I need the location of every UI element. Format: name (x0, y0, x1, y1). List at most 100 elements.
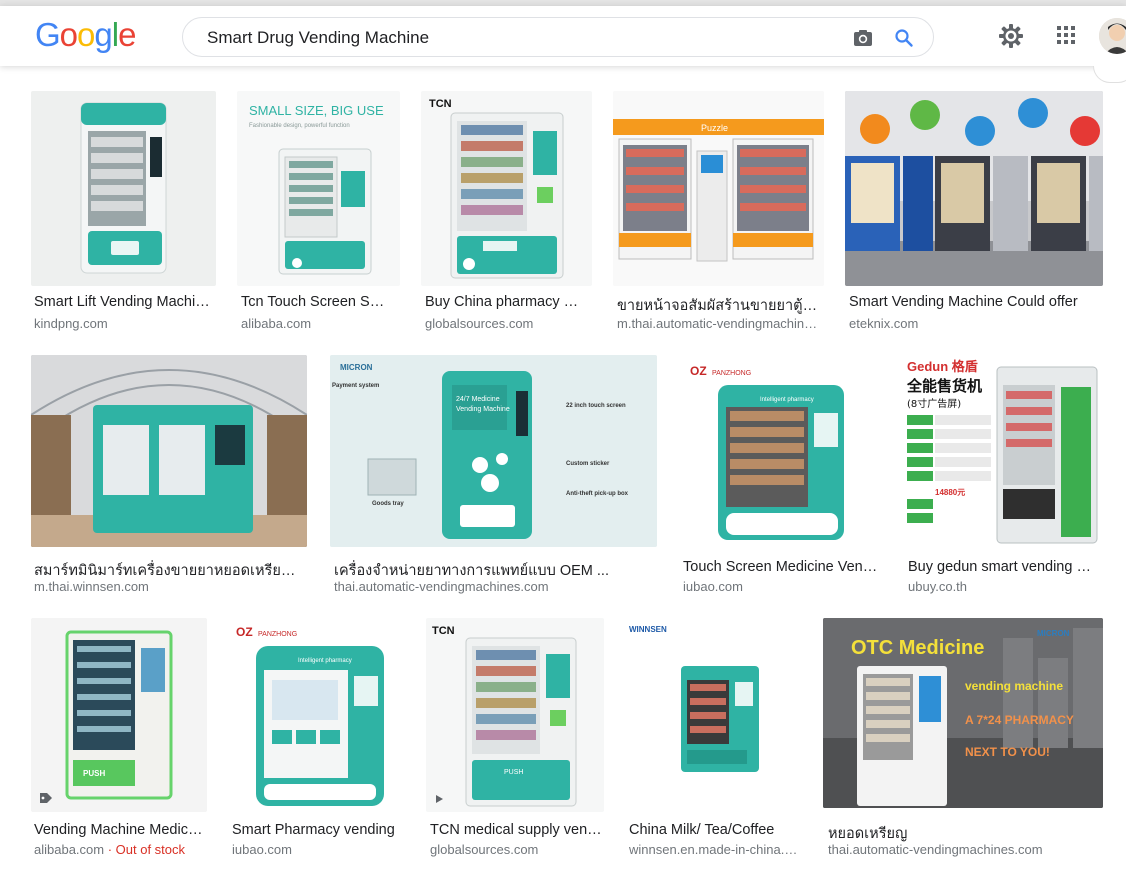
result-card[interactable]: Gedun 格盾 全能售货机 (8寸广告屏) 14880元 Buy gedun … (903, 355, 1103, 600)
search-box[interactable] (182, 17, 934, 57)
result-title[interactable]: Smart Pharmacy vending (232, 822, 402, 838)
thumb-brand: MICRON (340, 363, 373, 372)
result-source: globalsources.com (425, 316, 534, 331)
result-thumbnail[interactable] (31, 91, 216, 286)
result-title[interactable]: Smart Vending Machine Could offer (849, 294, 1099, 310)
result-thumbnail[interactable]: OZ PANZHONG Intelligent pharmacy (678, 355, 883, 547)
out-of-stock-label: · Out of stock (104, 842, 186, 857)
result-source: iubao.com (683, 579, 743, 594)
result-thumbnail[interactable]: PUSH (31, 618, 207, 812)
result-card[interactable]: Smart Lift Vending Machine Drugs kindpng… (31, 91, 216, 341)
result-card[interactable]: SMALL SIZE, BIG USE Fashionable design, … (237, 91, 400, 341)
thumb-subline: (8寸广告屏) (907, 397, 961, 410)
result-title[interactable]: TCN medical supply vending (430, 822, 602, 838)
result-card[interactable]: PUSH Vending Machine Medicine alibaba.co… (31, 618, 207, 863)
search-input[interactable] (205, 26, 829, 50)
logo-letter: G (35, 16, 61, 53)
video-icon (436, 795, 443, 803)
thumb-headline: SMALL SIZE, BIG USE (249, 103, 384, 118)
thumb-callout: Payment system (332, 383, 379, 389)
result-source: ubuy.co.th (908, 579, 968, 594)
scroll-edge (1093, 66, 1126, 83)
thumb-text: A 7*24 PHARMACY (965, 713, 1074, 727)
result-source: iubao.com (232, 842, 292, 857)
thumb-headline: OTC Medicine (851, 637, 984, 659)
camera-icon[interactable] (851, 27, 875, 49)
result-title[interactable]: Buy China pharmacy vending (425, 294, 585, 310)
thumb-brand: Puzzle (701, 123, 728, 133)
thumb-brand: PANZHONG (712, 370, 751, 377)
thumb-brand: TCN (429, 98, 452, 110)
result-title[interactable]: Tcn Touch Screen Smart (241, 294, 396, 310)
thumb-text: NEXT TO YOU! (965, 745, 1050, 759)
result-card[interactable]: สมาร์ทมินิมาร์ทเครื่องขายยาหยอดเหรียญอัต… (31, 355, 307, 600)
thumb-push: PUSH (83, 769, 105, 778)
result-title[interactable]: Buy gedun smart vending machine (908, 559, 1101, 575)
thumb-label: Intelligent pharmacy (298, 658, 352, 664)
result-title[interactable]: ขายหน้าจอสัมผัสร้านขายยาตู้จำหน่าย (617, 294, 822, 317)
result-thumbnail[interactable]: OZ PANZHONG Intelligent pharmacy (228, 618, 405, 812)
result-source: m.thai.winnsen.com (34, 579, 149, 594)
result-source: globalsources.com (430, 842, 539, 857)
logo-letter: o (59, 16, 78, 53)
gear-icon[interactable] (997, 22, 1025, 50)
result-thumbnail[interactable]: TCN PUSH (426, 618, 604, 812)
thumb-brand: MICRON (1037, 629, 1070, 638)
result-card[interactable]: OZ PANZHONG Intelligent pharmacy Smart P… (228, 618, 405, 863)
result-source: kindpng.com (34, 316, 108, 331)
result-title[interactable]: Vending Machine Medicine (34, 822, 204, 838)
logo-letter: g (94, 16, 112, 53)
thumb-callout: Anti-theft pick-up box (566, 491, 629, 497)
result-title[interactable]: Smart Lift Vending Machine Drugs (34, 294, 214, 310)
result-thumbnail[interactable]: OTC Medicine MICRON vending machine A 7*… (823, 618, 1103, 808)
result-thumbnail[interactable]: SMALL SIZE, BIG USE Fashionable design, … (237, 91, 400, 286)
thumb-brand: Gedun 格盾 (907, 359, 978, 374)
thumb-line1: 24/7 Medicine (456, 396, 500, 403)
result-thumbnail[interactable]: Gedun 格盾 全能售货机 (8寸广告屏) 14880元 (903, 355, 1103, 547)
result-card[interactable]: Smart Vending Machine Could offer etekni… (845, 91, 1103, 341)
thumb-price: 14880元 (935, 488, 965, 497)
thumb-label: Intelligent pharmacy (760, 397, 814, 403)
thumb-brand: WINNSEN (629, 625, 667, 634)
result-card[interactable]: OTC Medicine MICRON vending machine A 7*… (823, 618, 1103, 863)
logo-letter: e (118, 16, 136, 53)
google-logo[interactable]: Google (35, 16, 136, 54)
thumb-callout: Custom sticker (566, 461, 610, 467)
avatar[interactable] (1099, 18, 1126, 54)
result-source: alibaba.com · Out of stock (34, 842, 204, 857)
thumb-push: PUSH (504, 769, 523, 776)
result-thumbnail[interactable] (31, 355, 307, 547)
result-source: thai.automatic-vendingmachines.com (334, 579, 549, 594)
result-card[interactable]: MICRON 24/7 Medicine Vending Machine Pay… (330, 355, 657, 600)
result-source: eteknix.com (849, 316, 919, 331)
thumb-brand: PANZHONG (258, 631, 297, 638)
result-source: alibaba.com (241, 316, 312, 331)
result-card[interactable]: OZ PANZHONG Intelligent pharmacy Touch S… (678, 355, 883, 600)
result-thumbnail[interactable]: MICRON 24/7 Medicine Vending Machine Pay… (330, 355, 657, 547)
thumb-callout: 22 inch touch screen (566, 403, 626, 409)
search-header: Google (0, 6, 1126, 66)
result-source: winnsen.en.made-in-china.com (629, 842, 799, 857)
tag-icon (40, 793, 52, 803)
result-thumbnail[interactable]: WINNSEN (625, 618, 802, 812)
thumb-subline: Fashionable design, powerful function (249, 123, 350, 129)
svg-text:OZ: OZ (690, 364, 707, 378)
result-thumbnail[interactable]: Puzzle (613, 91, 824, 286)
thumb-callout: Goods tray (372, 501, 404, 507)
thumb-headline: 全能售货机 (906, 377, 982, 395)
logo-letter: o (77, 16, 95, 53)
result-card[interactable]: WINNSEN China Milk/ Tea/Coffee winnsen.e… (625, 618, 802, 863)
result-thumbnail[interactable] (845, 91, 1103, 286)
result-title[interactable]: Touch Screen Medicine Vending (683, 559, 881, 575)
result-source: m.thai.automatic-vendingmachines.com (617, 316, 822, 331)
result-title[interactable]: China Milk/ Tea/Coffee (629, 822, 799, 838)
result-card[interactable]: TCN Buy China pharmacy vending globalsou… (421, 91, 592, 341)
result-source: thai.automatic-vendingmachines.com (828, 842, 1043, 857)
result-card[interactable]: Puzzle ขายหน้าจอสัมผัสร้านขายยาตู้จำหน่า… (613, 91, 824, 341)
result-card[interactable]: TCN PUSH TCN medical supply vending glob… (426, 618, 604, 863)
thumb-brand: TCN (432, 625, 455, 637)
result-thumbnail[interactable]: TCN (421, 91, 592, 286)
search-icon[interactable] (893, 27, 915, 49)
apps-grid-icon[interactable] (1055, 24, 1077, 46)
thumb-line2: Vending Machine (456, 406, 510, 413)
